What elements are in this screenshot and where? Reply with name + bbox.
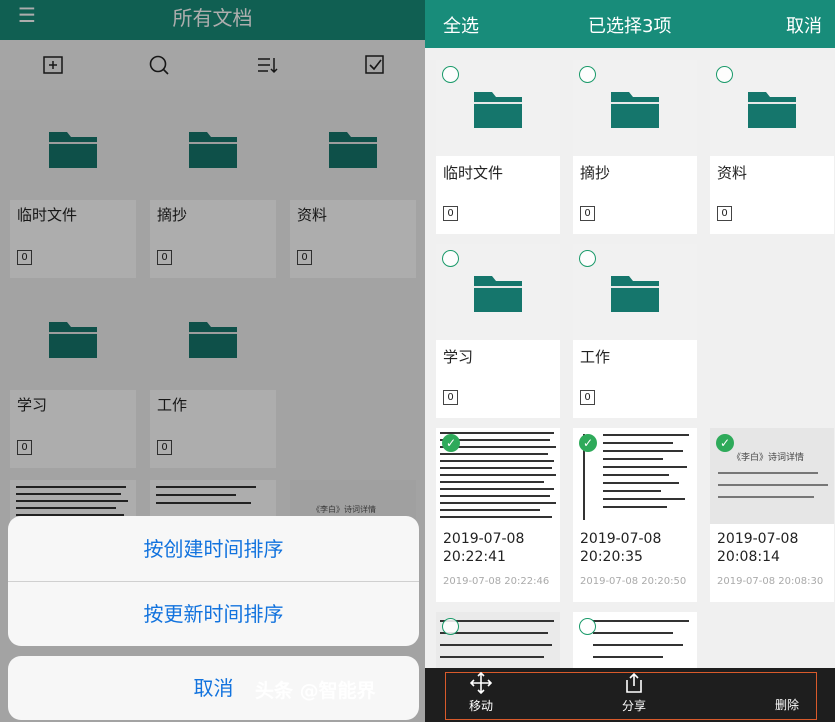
select-radio[interactable]	[579, 250, 596, 267]
move-button[interactable]: 移动	[465, 671, 497, 714]
share-icon	[626, 672, 642, 693]
select-all-button[interactable]: 全选	[443, 12, 479, 38]
left-screen: ☰ 所有文档 临时文件 0 摘抄 0 资料 0 学习 0 工作 0 《李白》诗词…	[0, 0, 425, 722]
move-icon	[469, 671, 493, 695]
sort-action-sheet: 按创建时间排序 按更新时间排序	[8, 516, 419, 646]
document-updated: 2019-07-08 20:08:30	[717, 576, 824, 587]
checked-icon[interactable]: ✓	[716, 434, 734, 452]
select-radio[interactable]	[579, 618, 596, 635]
folder-icon	[611, 88, 659, 128]
item-count-badge: 0	[717, 206, 732, 221]
right-screen: 全选 已选择3项 取消 临时文件 0 摘抄 0 资料 0 学习 0 工作 0 ✓…	[425, 0, 835, 722]
document-time: 20:22:41	[443, 549, 506, 565]
folder-name: 临时文件	[443, 164, 504, 182]
item-count-badge: 0	[580, 206, 595, 221]
folder-icon	[474, 88, 522, 128]
document-time: 20:08:14	[717, 549, 780, 565]
sort-by-created-option[interactable]: 按创建时间排序	[8, 517, 419, 581]
watermark: 头条 @智能界	[255, 680, 376, 702]
move-label: 移动	[468, 699, 493, 713]
document-card[interactable]: ✓ 2019-07-08 20:20:35 2019-07-08 20:20:5…	[573, 428, 697, 602]
share-button[interactable]: 分享	[618, 672, 650, 714]
select-radio[interactable]	[442, 66, 459, 83]
document-date: 2019-07-08	[717, 531, 799, 547]
sort-by-updated-option[interactable]: 按更新时间排序	[8, 582, 419, 646]
delete-button[interactable]: 删除	[771, 696, 803, 713]
checked-icon[interactable]: ✓	[579, 434, 597, 452]
select-radio[interactable]	[716, 66, 733, 83]
cancel-selection-button[interactable]: 取消	[786, 12, 822, 38]
document-card[interactable]: 《李白》诗词详情 ✓ 2019-07-08 20:08:14 2019-07-0…	[710, 428, 834, 602]
folder-icon	[474, 272, 522, 312]
document-date: 2019-07-08	[443, 531, 525, 547]
action-bar: 移动 分享 删除	[425, 668, 835, 722]
select-radio[interactable]	[442, 250, 459, 267]
folder-name: 资料	[717, 164, 748, 182]
item-count-badge: 0	[580, 390, 595, 405]
folder-card[interactable]: 摘抄 0	[573, 60, 697, 234]
item-count-badge: 0	[443, 390, 458, 405]
folder-name: 摘抄	[580, 164, 611, 182]
selection-count-title: 已选择3项	[588, 16, 672, 37]
folder-card[interactable]: 临时文件 0	[436, 60, 560, 234]
folder-card[interactable]: 学习 0	[436, 244, 560, 418]
folder-name: 学习	[443, 348, 474, 366]
folder-icon	[611, 272, 659, 312]
document-date: 2019-07-08	[580, 531, 662, 547]
share-label: 分享	[621, 699, 646, 713]
document-time: 20:20:35	[580, 549, 643, 565]
folder-icon	[748, 88, 796, 128]
document-preview-text: 《李白》诗词详情	[732, 453, 805, 463]
item-count-badge: 0	[443, 206, 458, 221]
folder-card[interactable]: 工作 0	[573, 244, 697, 418]
selection-header: 全选 已选择3项 取消	[425, 0, 835, 48]
select-radio[interactable]	[442, 618, 459, 635]
document-updated: 2019-07-08 20:22:46	[443, 576, 550, 587]
document-card[interactable]: ✓ 2019-07-08 20:22:41 2019-07-08 20:22:4…	[436, 428, 560, 602]
document-card[interactable]	[436, 612, 560, 672]
folder-card[interactable]: 资料 0	[710, 60, 834, 234]
select-radio[interactable]	[579, 66, 596, 83]
document-updated: 2019-07-08 20:20:50	[580, 576, 687, 587]
checked-icon[interactable]: ✓	[442, 434, 460, 452]
document-card[interactable]	[573, 612, 697, 672]
delete-label: 删除	[774, 698, 799, 712]
folder-name: 工作	[580, 348, 611, 366]
